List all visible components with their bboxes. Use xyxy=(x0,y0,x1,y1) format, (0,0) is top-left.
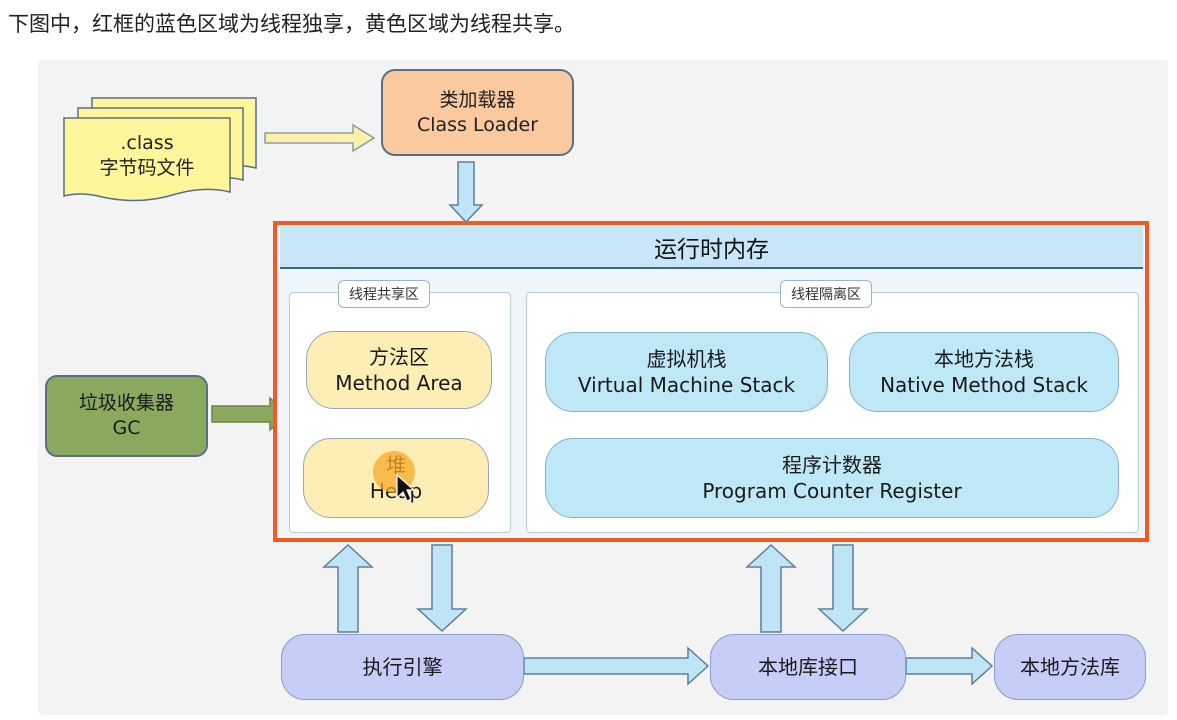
isolated-zone-label: 线程隔离区 xyxy=(780,280,872,308)
class-file-node: .class 字节码文件 xyxy=(64,118,230,194)
pc-register-zh: 程序计数器 xyxy=(782,453,882,477)
shared-zone-label: 线程共享区 xyxy=(338,280,430,308)
gc-node: 垃圾收集器 GC xyxy=(45,375,208,457)
method-area-zh: 方法区 xyxy=(369,345,429,369)
method-area-node: 方法区 Method Area xyxy=(306,331,492,409)
arrow-interface-to-runtime xyxy=(745,543,797,633)
gc-zh: 垃圾收集器 xyxy=(78,392,174,415)
class-file-label: 字节码文件 xyxy=(99,157,195,179)
pc-register-node: 程序计数器 Program Counter Register xyxy=(545,438,1119,518)
arrow-runtime-to-interface xyxy=(817,544,869,633)
arrow-runtime-to-engine xyxy=(416,544,468,633)
execution-engine-node: 执行引擎 xyxy=(281,634,524,700)
vm-stack-node: 虚拟机栈 Virtual Machine Stack xyxy=(545,332,828,412)
vm-stack-en: Virtual Machine Stack xyxy=(577,373,796,397)
pc-register-en: Program Counter Register xyxy=(702,479,962,503)
native-interface-node: 本地库接口 xyxy=(710,634,906,700)
arrow-interface-to-library xyxy=(905,646,994,686)
arrow-loader-to-runtime xyxy=(448,161,484,224)
native-stack-en: Native Method Stack xyxy=(880,373,1088,397)
gc-en: GC xyxy=(112,417,141,439)
class-loader-node: 类加载器 Class Loader xyxy=(381,69,574,156)
native-stack-zh: 本地方法栈 xyxy=(934,347,1034,371)
mouse-pointer-icon xyxy=(396,474,415,502)
method-area-en: Method Area xyxy=(335,371,463,395)
class-loader-zh: 类加载器 xyxy=(439,88,516,111)
native-stack-node: 本地方法栈 Native Method Stack xyxy=(849,332,1119,412)
arrow-engine-to-runtime xyxy=(322,543,374,633)
arrow-file-to-loader xyxy=(264,123,376,153)
runtime-memory-title: 运行时内存 xyxy=(280,227,1143,269)
vm-stack-zh: 虚拟机栈 xyxy=(646,347,727,371)
arrow-engine-to-interface xyxy=(523,646,710,686)
class-loader-en: Class Loader xyxy=(416,113,539,136)
class-file-ext: .class xyxy=(120,132,174,155)
native-library-node: 本地方法库 xyxy=(994,634,1146,700)
